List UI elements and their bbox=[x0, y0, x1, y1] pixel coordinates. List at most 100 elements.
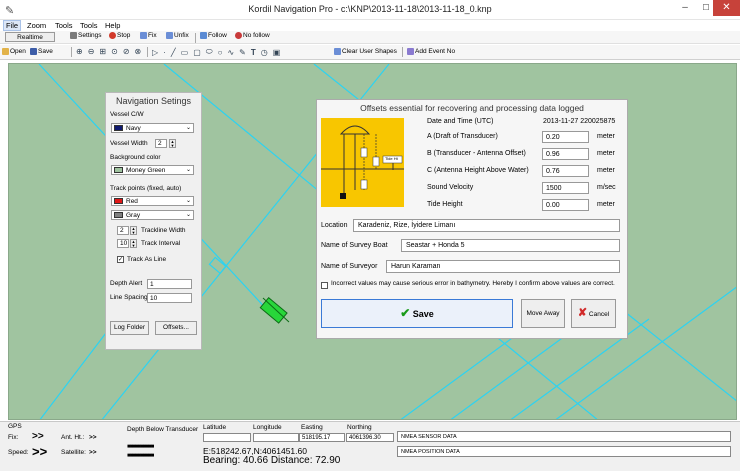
location-input[interactable]: Karadeniz, Rize, İyidere Limanı bbox=[353, 219, 620, 232]
floppy-icon bbox=[30, 48, 37, 55]
rectangle-icon[interactable]: ▭ bbox=[181, 48, 189, 57]
easting-value: 518195.17 bbox=[299, 433, 345, 442]
satellite-indicator: >> bbox=[89, 449, 97, 456]
boat-label: Name of Survey Boat bbox=[321, 242, 388, 249]
menu-help[interactable]: Help bbox=[105, 21, 120, 30]
track-auto-color-select[interactable]: Gray ⌄ bbox=[111, 210, 194, 220]
diagram-tide-label: Tide Ht bbox=[385, 156, 398, 161]
trackline-width-input[interactable]: 2 bbox=[117, 226, 129, 235]
menu-tools-2[interactable]: Tools bbox=[80, 21, 98, 30]
log-folder-button[interactable]: Log Folder bbox=[110, 321, 149, 335]
depth-alert-label: Depth Alert bbox=[110, 280, 143, 287]
offsets-diagram-drawing bbox=[321, 125, 404, 199]
zoom-extent-icon[interactable]: ⊞ bbox=[99, 47, 106, 56]
text-icon[interactable]: T bbox=[251, 48, 256, 57]
clear-shapes-button[interactable]: Clear User Shapes bbox=[334, 48, 397, 55]
vessel-width-input[interactable]: 2 bbox=[155, 139, 167, 148]
confirm-checkbox[interactable] bbox=[321, 282, 328, 289]
open-button[interactable]: Open bbox=[2, 48, 26, 55]
zoom-next-icon[interactable]: ⊗ bbox=[135, 47, 142, 56]
follow-icon bbox=[200, 32, 207, 39]
tide-height-input[interactable]: 0.00 bbox=[542, 199, 589, 211]
stop-button[interactable]: Stop bbox=[109, 32, 130, 39]
zoom-previous-icon[interactable]: ⊘ bbox=[123, 47, 130, 56]
vessel-symbol bbox=[259, 296, 290, 324]
track-interval-input[interactable]: 10 bbox=[117, 239, 129, 248]
folder-icon bbox=[2, 48, 9, 55]
antenna-offset-input[interactable]: 0.96 bbox=[542, 148, 589, 160]
date-label: Date and Time (UTC) bbox=[427, 118, 494, 125]
zoom-in-icon[interactable]: ⊕ bbox=[76, 47, 83, 56]
toolbar-main: Realtime Settings Stop Fix Unfix Follow … bbox=[0, 31, 740, 44]
settings-button[interactable]: Settings bbox=[70, 32, 102, 39]
window-title: Kordil Navigation Pro - c:\KNP\2013-11-1… bbox=[248, 4, 492, 14]
surveyor-input[interactable]: Harun Karaman bbox=[386, 260, 620, 273]
circle-icon[interactable]: ○ bbox=[218, 48, 223, 57]
track-as-line-checkbox[interactable]: ✓ bbox=[117, 256, 124, 263]
chevron-down-icon: ⌄ bbox=[185, 167, 191, 173]
antenna-height-input[interactable]: 0.76 bbox=[542, 165, 589, 177]
nmea-sensor-data: NMEA SENSOR DATA bbox=[397, 431, 731, 442]
line-icon[interactable]: ╱ bbox=[171, 48, 176, 57]
rounded-rect-icon[interactable]: ▢ bbox=[193, 48, 201, 57]
toolbar-separator bbox=[402, 47, 403, 57]
vessel-hull bbox=[259, 296, 288, 324]
vessel-color-select[interactable]: Navy ⌄ bbox=[111, 123, 194, 133]
no-follow-button[interactable]: No follow bbox=[235, 32, 270, 39]
line-spacing-input[interactable]: 10 bbox=[147, 293, 192, 303]
pointer-icon[interactable]: ▷ bbox=[152, 48, 158, 57]
offsets-button[interactable]: Offsets... bbox=[155, 321, 197, 335]
chevron-down-icon: ⌄ bbox=[185, 212, 191, 218]
save-button[interactable]: ✔ Save bbox=[321, 299, 513, 328]
tide-height-label: Tide Height bbox=[427, 201, 463, 208]
track-fixed-color-select[interactable]: Red ⌄ bbox=[111, 196, 194, 206]
check-icon: ✔ bbox=[400, 306, 411, 320]
sound-velocity-input[interactable]: 1500 bbox=[542, 182, 589, 194]
speed-label: Speed: bbox=[8, 449, 29, 456]
track-as-line-label: Track As Line bbox=[127, 256, 167, 263]
point-icon[interactable]: · bbox=[163, 48, 166, 57]
bg-color-select[interactable]: Money Green ⌄ bbox=[111, 165, 194, 175]
vessel-width-stepper[interactable]: ▲ ▼ bbox=[169, 139, 176, 148]
depth-digits-top: ■■■■■■■■■■ bbox=[127, 444, 154, 450]
menu-file[interactable]: File bbox=[3, 20, 22, 31]
fix-label: Fix: bbox=[8, 434, 19, 441]
zoom-out-icon[interactable]: ⊖ bbox=[88, 47, 95, 56]
image-icon[interactable]: ▣ bbox=[273, 48, 281, 57]
dialog-title: Offsets essential for recovering and pro… bbox=[360, 103, 584, 113]
boat-input[interactable]: Seastar + Honda 5 bbox=[401, 239, 620, 252]
ellipse-icon[interactable]: ⬭ bbox=[206, 47, 213, 57]
draft-input[interactable]: 0.20 bbox=[542, 131, 589, 143]
realtime-button[interactable]: Realtime bbox=[5, 32, 55, 42]
chevron-down-icon: ⌄ bbox=[185, 125, 191, 131]
panel-title: Navigation Setings bbox=[115, 96, 192, 106]
longitude-value bbox=[253, 433, 299, 442]
northing-value: 4061396.30 bbox=[346, 433, 394, 442]
clock-icon[interactable]: ◷ bbox=[261, 48, 268, 57]
menu-bar: File Zoom Tools Tools Help bbox=[0, 20, 740, 31]
vessel-width-label: Vessel Width bbox=[110, 140, 148, 147]
move-away-button[interactable]: Move Away bbox=[521, 299, 565, 328]
add-event-button[interactable]: Add Event No bbox=[407, 48, 455, 55]
depth-label: Depth Below Transducer bbox=[127, 426, 199, 433]
gps-label: GPS bbox=[8, 423, 22, 430]
follow-button[interactable]: Follow bbox=[200, 32, 227, 39]
track-interval-stepper[interactable]: ▲ ▼ bbox=[130, 239, 137, 248]
zoom-window-icon[interactable]: ⊙ bbox=[111, 47, 118, 56]
trackline-width-stepper[interactable]: ▲ ▼ bbox=[130, 226, 137, 235]
unfix-button[interactable]: Unfix bbox=[166, 32, 189, 39]
fix-button[interactable]: Fix bbox=[140, 32, 157, 39]
toolbar-separator bbox=[195, 33, 196, 43]
cancel-button[interactable]: ✘ Cancel bbox=[571, 299, 616, 328]
close-button[interactable]: ✕ bbox=[713, 0, 740, 16]
ant-ht-label: Ant. Ht.: bbox=[61, 434, 85, 441]
curve-icon[interactable]: ∿ bbox=[227, 48, 234, 57]
track-points-label: Track points (fixed, auto) bbox=[110, 185, 182, 192]
depth-alert-input[interactable]: 1 bbox=[147, 279, 192, 289]
freehand-icon[interactable]: ✎ bbox=[239, 48, 246, 57]
save-file-button[interactable]: Save bbox=[30, 48, 53, 55]
offsets-diagram: Tide Ht bbox=[321, 118, 404, 207]
menu-tools[interactable]: Tools bbox=[55, 21, 73, 30]
menu-zoom[interactable]: Zoom bbox=[27, 21, 46, 30]
navigation-settings-panel: Navigation Setings Vessel C/W Navy ⌄ Ves… bbox=[105, 92, 202, 350]
